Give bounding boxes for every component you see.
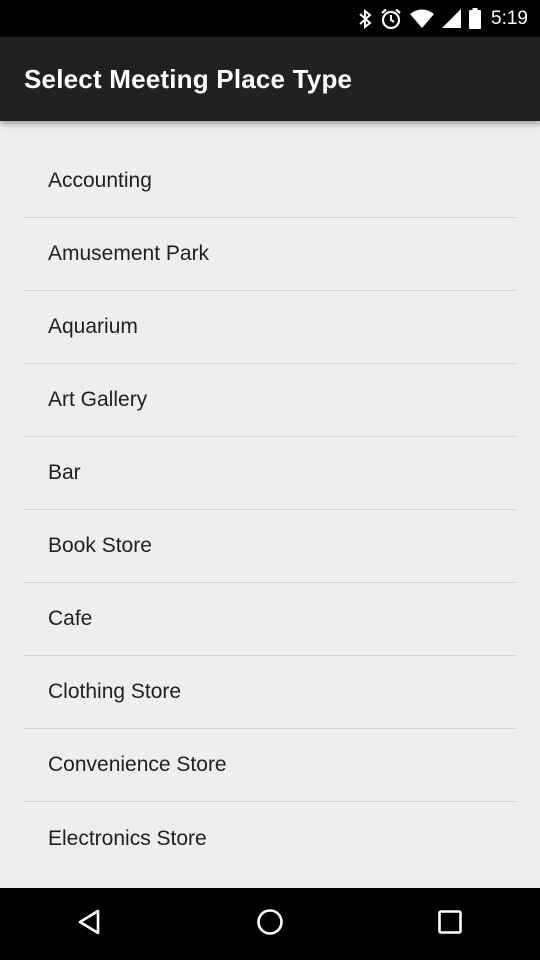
place-type-list: Accounting Amusement Park Aquarium Art G… [24, 145, 516, 875]
list-item-label: Art Gallery [48, 388, 148, 411]
list-item-label: Amusement Park [48, 242, 210, 265]
recents-icon [437, 909, 463, 940]
home-button[interactable] [240, 894, 300, 954]
list-item-label: Cafe [48, 607, 93, 630]
list-item[interactable]: Bar [24, 437, 516, 510]
page-title: Select Meeting Place Type [24, 63, 353, 94]
alarm-icon [380, 8, 402, 30]
list-item[interactable]: Aquarium [24, 291, 516, 364]
list-item-label: Accounting [48, 169, 152, 192]
status-time: 5:19 [491, 7, 528, 29]
list-item-label: Bar [48, 461, 81, 484]
list-item[interactable]: Amusement Park [24, 218, 516, 291]
list-item[interactable]: Book Store [24, 510, 516, 583]
list-item-label: Book Store [48, 534, 152, 557]
list-item-label: Electronics Store [48, 826, 207, 850]
navigation-bar [0, 888, 540, 960]
list-item-label: Clothing Store [48, 680, 182, 703]
battery-icon [469, 8, 482, 29]
back-button[interactable] [60, 894, 120, 954]
list-item-label: Convenience Store [48, 753, 227, 776]
list-item[interactable]: Cafe [24, 583, 516, 656]
list-item-label: Aquarium [48, 315, 138, 338]
home-icon [256, 908, 284, 941]
status-bar: 5:19 [0, 0, 540, 37]
list-item[interactable]: Accounting [24, 145, 516, 218]
list-item[interactable]: Electronics Store [24, 802, 516, 875]
signal-icon [442, 9, 462, 28]
list-item[interactable]: Art Gallery [24, 364, 516, 437]
content-area: Accounting Amusement Park Aquarium Art G… [0, 121, 540, 888]
app-bar: Select Meeting Place Type [0, 37, 540, 121]
bluetooth-icon [358, 8, 372, 29]
wifi-icon [410, 9, 435, 28]
list-item[interactable]: Clothing Store [24, 656, 516, 729]
recents-button[interactable] [420, 894, 480, 954]
list-item[interactable]: Convenience Store [24, 729, 516, 802]
back-icon [76, 908, 104, 941]
